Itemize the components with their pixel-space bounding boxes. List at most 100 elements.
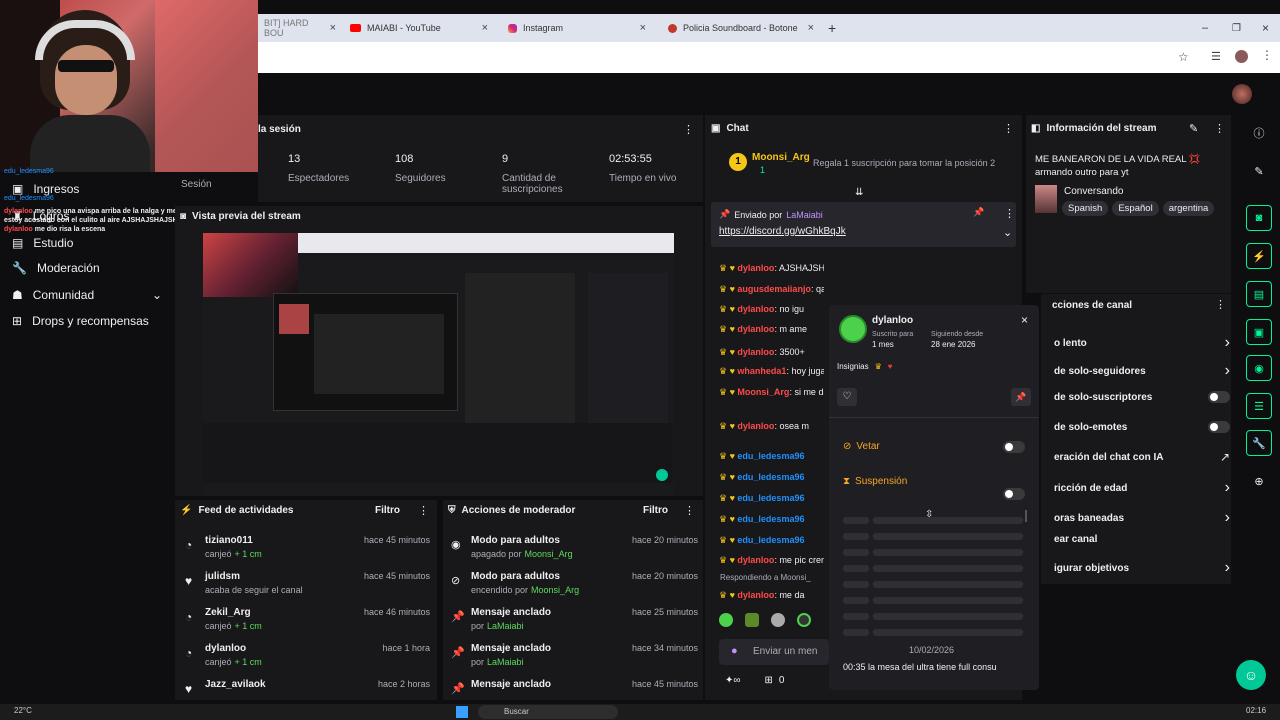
mod-action-item[interactable]: ◉ Modo para adultos apagado por Moonsi_Arg h… [448, 533, 698, 569]
chat-message[interactable]: ♛ ♥ dylanloo: me pic crema, estoy acosta… [719, 555, 824, 566]
quick-action-item[interactable]: ricción de edad › [1054, 479, 1230, 497]
close-tab-icon[interactable]: × [640, 22, 646, 34]
list-icon[interactable]: ☰ [1246, 393, 1272, 419]
chat-username[interactable]: dylanloo [737, 304, 774, 314]
chat-message[interactable]: ♛ ♥ edu_ledesma96 [719, 451, 824, 462]
veto-toggle[interactable] [1003, 441, 1025, 453]
quick-action-item[interactable]: o lento › [1054, 334, 1230, 352]
feed-item[interactable]: ♥ julidsm acaba de seguir el canal hace 45 … [180, 569, 430, 605]
chat-username[interactable]: dylanloo [737, 590, 774, 600]
bolt-icon[interactable]: ⚡ [1246, 243, 1272, 269]
camera-icon[interactable]: ◙ [1246, 205, 1272, 231]
user-card-name[interactable]: dylanloo [872, 315, 913, 326]
chat-username[interactable]: edu_ledesma96 [737, 451, 804, 461]
mod-action-item[interactable]: ⊘ Modo para adultos encendido por Moonsi_Ar… [448, 569, 698, 605]
close-tab-icon[interactable]: × [482, 22, 488, 34]
quick-action-item[interactable]: igurar objetivos › [1054, 559, 1230, 577]
chat-username[interactable]: edu_ledesma96 [737, 514, 804, 524]
chat-message[interactable]: ♛ ♥ dylanloo: 3500+ [719, 347, 824, 358]
feed-item-name[interactable]: Zekil_Arg [205, 607, 251, 618]
emote-icon[interactable] [745, 613, 759, 627]
feed-item-name[interactable]: dylanloo [205, 643, 246, 654]
nav-item-moderacion[interactable]: 🔧 Moderación [12, 261, 100, 275]
start-icon[interactable] [456, 706, 468, 718]
close-tab-icon[interactable]: × [808, 22, 814, 34]
category-name[interactable]: Conversando [1064, 186, 1123, 197]
info-icon[interactable]: ⓘ [1246, 120, 1272, 146]
more-icon[interactable]: ⋮ [1214, 122, 1225, 135]
chat-username[interactable]: dylanloo [737, 263, 774, 273]
maximize-icon[interactable]: ❐ [1226, 14, 1247, 42]
close-icon[interactable]: × [1021, 313, 1028, 327]
chat-message[interactable]: ♛ ♥ dylanloo: no igu [719, 304, 824, 315]
wrench-icon[interactable]: 🔧 [1246, 430, 1272, 456]
nav-item-drops[interactable]: ⊞ Drops y recompensas [12, 314, 149, 328]
chevron-down-icon[interactable]: ⌄ [1003, 226, 1012, 239]
stream-preview-video[interactable] [203, 233, 674, 495]
more-icon[interactable]: ⋮ [1003, 122, 1014, 135]
quick-action-item[interactable]: de solo-suscriptores [1054, 391, 1230, 403]
collapse-icon[interactable]: ⇊ [855, 187, 863, 198]
gift-icon[interactable]: ⊞ [765, 675, 773, 686]
chat-message[interactable]: ♛ ♥ dylanloo: osea m [719, 421, 824, 432]
edit-icon[interactable]: ✎ [1246, 158, 1272, 184]
pinned-link[interactable]: https://discord.gg/wGhkBqJk [719, 226, 846, 237]
support-icon[interactable]: ☺ [1236, 660, 1266, 690]
more-icon[interactable]: ⋮ [684, 504, 695, 517]
chat-message[interactable]: ♛ ♥ edu_ledesma96 [719, 493, 824, 504]
chat-username[interactable]: augusdemaiianjo [737, 284, 811, 294]
timeout-toggle[interactable] [1003, 488, 1025, 500]
taskbar-search[interactable]: Buscar [478, 705, 618, 719]
feed-item[interactable]: ◔ Zekil_Arg canjeó + 1 cm hace 46 minutos [180, 605, 430, 641]
pin-icon[interactable]: 📌 [973, 207, 984, 218]
quick-action-item[interactable]: de solo-seguidores › [1054, 362, 1230, 380]
chat-message[interactable]: ♛ ♥ dylanloo: me da [719, 590, 824, 601]
browser-tab-1[interactable]: BIT] HARD BOU × [258, 14, 342, 42]
tag[interactable]: Spanish [1062, 201, 1109, 216]
chat-message[interactable]: ♛ ♥ edu_ledesma96 [719, 514, 824, 525]
more-icon[interactable]: ⋮ [1215, 298, 1226, 311]
category-thumbnail[interactable] [1035, 185, 1057, 213]
chat-icon[interactable]: ▣ [1246, 319, 1272, 345]
star-icon[interactable]: ☆ [1178, 50, 1189, 64]
heart-icon[interactable]: ♡ [837, 388, 857, 406]
feed-item[interactable]: ◔ tiziano011 canjeó + 1 cm hace 45 minutos [180, 533, 430, 569]
feed-filter-button[interactable]: Filtro [375, 505, 400, 516]
browser-tab-3[interactable]: Instagram × [502, 14, 652, 42]
tag[interactable]: argentina [1162, 201, 1215, 216]
mod-filter-button[interactable]: Filtro [643, 505, 668, 516]
chat-message[interactable]: ♛ ♥ dylanloo: AJSHAJSHAJSHAJ [719, 263, 824, 274]
close-window-icon[interactable]: × [1256, 14, 1275, 42]
feed-item-name[interactable]: Jazz_avilaok [205, 679, 266, 690]
minimize-icon[interactable]: – [1196, 14, 1214, 42]
add-icon[interactable]: ⊕ [1246, 468, 1272, 494]
chat-username[interactable]: dylanloo [737, 421, 774, 431]
quick-action-item[interactable]: de solo-emotes [1054, 421, 1230, 433]
chat-message[interactable]: ♛ ♥ whanheda1: hoy jugam [719, 366, 824, 377]
gift-prompt[interactable]: Regala 1 suscripción para tomar la posic… [813, 158, 995, 168]
chat-username[interactable]: edu_ledesma96 [737, 472, 804, 482]
weather-text[interactable]: 22°C [14, 706, 32, 715]
chat-username[interactable]: whanheda1 [737, 366, 786, 376]
quick-action-item[interactable]: eración del chat con IA ↗ [1054, 450, 1230, 464]
tag[interactable]: Español [1112, 201, 1159, 216]
profile-avatar[interactable] [1235, 50, 1248, 63]
scrollbar[interactable] [1025, 510, 1027, 522]
chat-username[interactable]: edu_ledesma96 [737, 493, 804, 503]
quick-action-item[interactable]: ear canal [1054, 534, 1230, 545]
emote-icon[interactable] [771, 613, 785, 627]
chat-message[interactable]: ♛ ♥ augusdemaiianjo: qa calorrr [719, 284, 824, 295]
more-icon[interactable]: ⋮ [1004, 207, 1015, 220]
chat-message[interactable]: ♛ ♥ edu_ledesma96 [719, 472, 824, 483]
emote-icon[interactable] [719, 613, 733, 627]
pin-icon[interactable]: 📌 [1011, 388, 1031, 406]
broadcast-icon[interactable]: ◉ [1246, 355, 1272, 381]
chat-username[interactable]: edu_ledesma96 [737, 535, 804, 545]
chat-username[interactable]: dylanloo [737, 324, 774, 334]
toggle-switch[interactable] [1208, 421, 1230, 433]
channel-points-icon[interactable]: ✦∞ [725, 675, 741, 686]
close-tab-icon[interactable]: × [330, 22, 336, 34]
new-tab-button[interactable]: + [822, 14, 842, 42]
chat-message[interactable]: ♛ ♥ edu_ledesma96 [719, 535, 824, 546]
more-icon[interactable]: ⋮ [683, 123, 694, 136]
